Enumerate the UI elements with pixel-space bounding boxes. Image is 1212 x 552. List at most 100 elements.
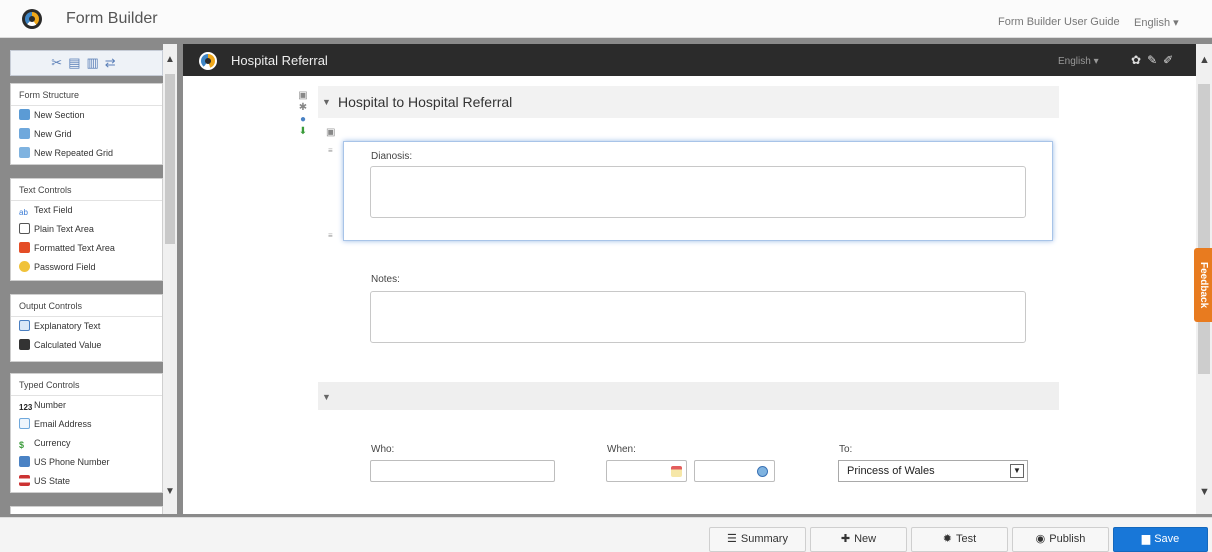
wrench-icon[interactable]: ✐: [1163, 53, 1179, 67]
email-icon: [19, 418, 30, 429]
explanatory-text-icon: [19, 320, 30, 331]
group-partial: [10, 506, 163, 514]
text-field-icon: ab: [19, 207, 30, 218]
palette-item-password-field[interactable]: Password Field: [11, 258, 162, 277]
group-form-structure: Form Structure New Section New Grid New …: [10, 83, 163, 165]
section-header[interactable]: [318, 382, 1059, 410]
notes-label: Notes:: [371, 274, 400, 285]
scroll-up-icon[interactable]: ▲: [1199, 54, 1210, 66]
chevron-down-icon[interactable]: ▼: [1010, 464, 1024, 478]
plain-text-area-icon: [19, 223, 30, 234]
grid-icon: [19, 128, 30, 139]
palette-item-new-grid[interactable]: New Grid: [11, 125, 162, 144]
clipboard-toolbar: ✂▤▥⇄: [10, 50, 163, 76]
group-title: Form Structure: [11, 84, 162, 106]
language-dropdown[interactable]: English ▾: [1134, 16, 1179, 29]
section-tools: ▣ ✱ ● ⬇: [296, 90, 310, 138]
app-title: Form Builder: [66, 10, 158, 27]
list-icon: ☰: [727, 533, 737, 545]
dollar-icon: $: [19, 440, 25, 450]
collapse-caret-icon[interactable]: ▼: [322, 392, 331, 402]
gear-icon: ✹: [942, 533, 953, 545]
group-title: Text Controls: [11, 179, 162, 201]
user-guide-link[interactable]: Form Builder User Guide: [998, 16, 1120, 28]
group-typed-controls: Typed Controls 123 Number Email Address $…: [10, 373, 163, 493]
move-down-icon[interactable]: ⬇: [296, 126, 310, 138]
palette-item-email-address[interactable]: Email Address: [11, 415, 162, 434]
form-title[interactable]: Hospital Referral: [231, 53, 328, 68]
who-label: Who:: [371, 444, 395, 455]
row-handle-icon[interactable]: ≡: [328, 231, 333, 240]
new-button[interactable]: ✚ New: [810, 527, 907, 552]
plus-icon: ✚: [840, 533, 851, 545]
palette-item-new-repeated-grid[interactable]: New Repeated Grid: [11, 144, 162, 163]
group-text-controls: Text Controls ab Text Field Plain Text Ar…: [10, 178, 163, 281]
calculator-icon: [19, 339, 30, 350]
feedback-tab[interactable]: Feedback: [1194, 248, 1212, 322]
palette-item-us-state[interactable]: US State: [11, 472, 162, 491]
palette-item-us-phone-number[interactable]: US Phone Number: [11, 453, 162, 472]
group-title: Output Controls: [11, 295, 162, 317]
form-header-tools: ✿✎✐: [1131, 53, 1179, 67]
palette-item-plain-text-area[interactable]: Plain Text Area: [11, 220, 162, 239]
summary-button[interactable]: ☰ Summary: [709, 527, 806, 552]
cut-icon[interactable]: ✂: [51, 55, 68, 70]
notes-textarea[interactable]: [370, 291, 1026, 343]
palette-item-text-field[interactable]: ab Text Field: [11, 201, 162, 220]
who-input[interactable]: [370, 460, 555, 482]
group-output-controls: Output Controls Explanatory Text Calcula…: [10, 294, 163, 362]
form-language-dropdown[interactable]: English ▾: [1058, 56, 1099, 67]
us-flag-icon: [19, 475, 30, 486]
palette-item-currency[interactable]: $ Currency: [11, 434, 162, 453]
scroll-down-icon[interactable]: ▼: [165, 486, 175, 497]
scroll-up-icon[interactable]: ▲: [165, 54, 175, 65]
time-input[interactable]: [694, 460, 775, 482]
settings-icon[interactable]: ✿: [1131, 53, 1147, 67]
row-handle-icon[interactable]: ≡: [328, 146, 333, 155]
section-icon: [19, 109, 30, 120]
scrollbar-thumb[interactable]: [165, 74, 175, 244]
palette-item-new-section[interactable]: New Section: [11, 106, 162, 125]
refresh-icon[interactable]: ⇄: [105, 55, 122, 70]
section-title[interactable]: Hospital to Hospital Referral: [338, 94, 512, 110]
scrollbar-thumb[interactable]: [1198, 84, 1210, 374]
form-logo-icon: [199, 52, 217, 70]
test-button[interactable]: ✹ Test: [911, 527, 1008, 552]
form-builder-app: Form Builder Form Builder User Guide Eng…: [0, 0, 1212, 552]
paste-icon[interactable]: ▥: [87, 55, 105, 70]
palette-item-formatted-text-area[interactable]: Formatted Text Area: [11, 239, 162, 258]
palette-scrollbar[interactable]: ▲ ▼: [163, 44, 177, 514]
save-icon: ▆: [1141, 533, 1151, 545]
palette-item-calculated-value[interactable]: Calculated Value: [11, 336, 162, 355]
globe-icon: ◉: [1035, 533, 1046, 545]
clock-icon[interactable]: [757, 466, 768, 477]
save-button[interactable]: ▆ Save: [1113, 527, 1208, 552]
calendar-icon[interactable]: [671, 466, 682, 477]
to-select-value: Princess of Wales: [847, 465, 935, 477]
phone-icon: [19, 456, 30, 467]
gear-icon[interactable]: ✱: [296, 102, 310, 114]
publish-button[interactable]: ◉ Publish: [1012, 527, 1109, 552]
grid-print-icon[interactable]: ▣: [326, 127, 335, 138]
palette-item-number[interactable]: 123 Number: [11, 396, 162, 415]
diagnosis-textarea[interactable]: [370, 166, 1026, 218]
orbeon-logo-icon[interactable]: [22, 9, 42, 29]
diagnosis-label: Dianosis:: [371, 151, 413, 162]
edit-icon[interactable]: ✎: [1147, 53, 1163, 67]
when-label: When:: [607, 444, 636, 455]
date-input[interactable]: [606, 460, 687, 482]
help-icon[interactable]: ●: [296, 114, 310, 126]
number-icon: 123: [19, 403, 33, 412]
repeated-grid-icon: [19, 147, 30, 158]
key-icon: [19, 261, 30, 272]
scroll-down-icon[interactable]: ▼: [1199, 486, 1210, 498]
html5-icon: [19, 242, 30, 253]
palette-item-explanatory-text[interactable]: Explanatory Text: [11, 317, 162, 336]
form-header: [183, 44, 1207, 76]
to-label: To:: [839, 444, 853, 455]
copy-icon[interactable]: ▤: [68, 55, 86, 70]
to-select[interactable]: Princess of Wales ▼: [838, 460, 1028, 482]
group-title: Typed Controls: [11, 374, 162, 396]
collapse-caret-icon[interactable]: ▼: [322, 97, 331, 107]
print-icon[interactable]: ▣: [296, 90, 310, 102]
